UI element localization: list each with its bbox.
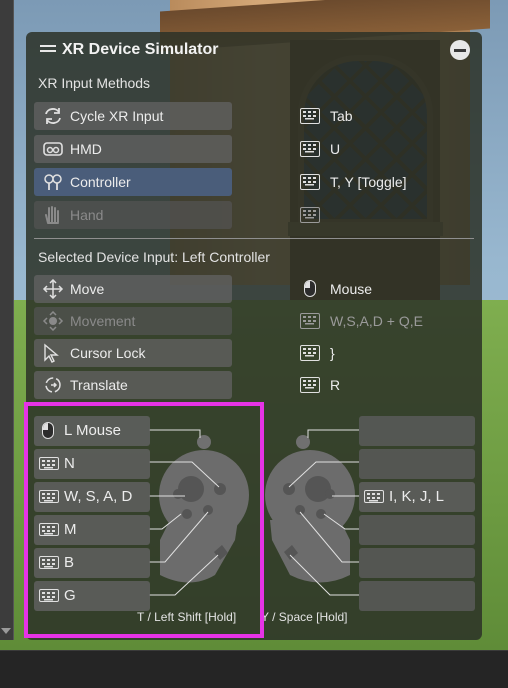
- right-primary-binding[interactable]: [359, 548, 475, 578]
- right-thumbstick-binding-label: I, K, J, L: [389, 488, 445, 505]
- right-controller-icon: [265, 435, 355, 583]
- right-secondary-binding[interactable]: [359, 515, 475, 545]
- left-controller-highlight: [24, 402, 264, 638]
- right-grip-binding[interactable]: [359, 581, 475, 611]
- keyboard-icon: [364, 490, 384, 503]
- right-thumbstick-binding[interactable]: I, K, J, L: [359, 482, 475, 512]
- bottom-bar: [0, 650, 508, 688]
- right-trigger-binding[interactable]: [359, 416, 475, 446]
- right-menu-binding[interactable]: [359, 449, 475, 479]
- right-hold-label: Y / Space [Hold]: [261, 610, 348, 624]
